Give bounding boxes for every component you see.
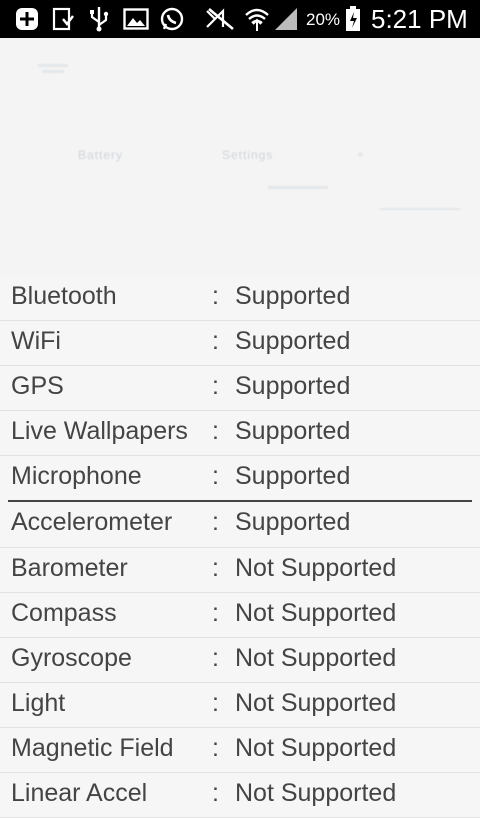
separator: : <box>212 327 219 355</box>
signal-icon <box>272 6 300 32</box>
faint-line <box>42 70 64 73</box>
feature-label: Live Wallpapers <box>11 417 188 445</box>
feature-list: Bluetooth : Supported WiFi : Supported G… <box>0 276 480 818</box>
sensor-label: Magnetic Field <box>11 734 174 762</box>
sensor-label: Gyroscope <box>11 644 132 672</box>
feature-value: Supported <box>235 372 351 400</box>
sensor-label: Light <box>11 689 66 717</box>
clock: 5:21 PM <box>371 4 468 34</box>
separator: : <box>212 599 219 627</box>
usb-icon <box>88 6 110 32</box>
separator: : <box>212 554 219 582</box>
sensor-value: Not Supported <box>235 689 397 717</box>
separator: : <box>212 689 219 717</box>
sensor-value: Supported <box>235 508 351 536</box>
separator: : <box>212 734 219 762</box>
separator: : <box>212 644 219 672</box>
faint-dot <box>358 152 363 157</box>
feature-value: Supported <box>235 462 351 490</box>
status-bar: 20% 5:21 PM <box>0 0 480 38</box>
separator: : <box>212 779 219 807</box>
separator: : <box>212 282 219 310</box>
feature-label: GPS <box>11 372 64 400</box>
list-item: Barometer : Not Supported <box>0 548 480 593</box>
list-item: Microphone : Supported <box>0 456 480 500</box>
list-item: Light : Not Supported <box>0 683 480 728</box>
battery-icon <box>344 6 362 32</box>
sensor-value: Not Supported <box>235 779 397 807</box>
sensor-value: Not Supported <box>235 734 397 762</box>
wifi-icon <box>243 6 271 32</box>
download-icon <box>50 6 76 32</box>
separator: : <box>212 417 219 445</box>
separator: : <box>212 372 219 400</box>
faint-line <box>380 208 460 210</box>
separator: : <box>212 508 219 536</box>
list-item: Bluetooth : Supported <box>0 276 480 321</box>
feature-value: Supported <box>235 417 351 445</box>
feature-label: Bluetooth <box>11 282 117 310</box>
sensor-label: Accelerometer <box>11 508 173 536</box>
sensor-value: Not Supported <box>235 554 397 582</box>
battery-percent: 20% <box>306 10 341 29</box>
mute-icon <box>204 6 238 32</box>
sensor-label: Linear Accel <box>11 779 148 807</box>
sensor-value: Not Supported <box>235 644 397 672</box>
list-item: WiFi : Supported <box>0 321 480 366</box>
sensor-label: Barometer <box>11 554 128 582</box>
whatsapp-icon <box>158 6 186 32</box>
separator: : <box>212 462 219 490</box>
faint-tab-settings: Settings <box>222 148 274 162</box>
sensor-value: Not Supported <box>235 599 397 627</box>
faint-line <box>38 64 68 67</box>
list-item: Magnetic Field : Not Supported <box>0 728 480 773</box>
list-item: GPS : Supported <box>0 366 480 411</box>
list-item: Gyroscope : Not Supported <box>0 638 480 683</box>
list-item: Linear Accel : Not Supported <box>0 773 480 818</box>
sensor-label: Compass <box>11 599 117 627</box>
feature-value: Supported <box>235 282 351 310</box>
feature-value: Supported <box>235 327 351 355</box>
faint-tab-battery: Battery <box>78 148 124 162</box>
header-area: Battery Settings <box>0 38 480 276</box>
add-icon <box>14 6 40 32</box>
feature-label: Microphone <box>11 462 142 490</box>
list-item: Compass : Not Supported <box>0 593 480 638</box>
image-icon <box>122 6 150 32</box>
faint-tab-indicator <box>268 186 328 189</box>
list-item: Live Wallpapers : Supported <box>0 411 480 456</box>
feature-label: WiFi <box>11 327 61 355</box>
list-item: Accelerometer : Supported <box>0 502 480 548</box>
